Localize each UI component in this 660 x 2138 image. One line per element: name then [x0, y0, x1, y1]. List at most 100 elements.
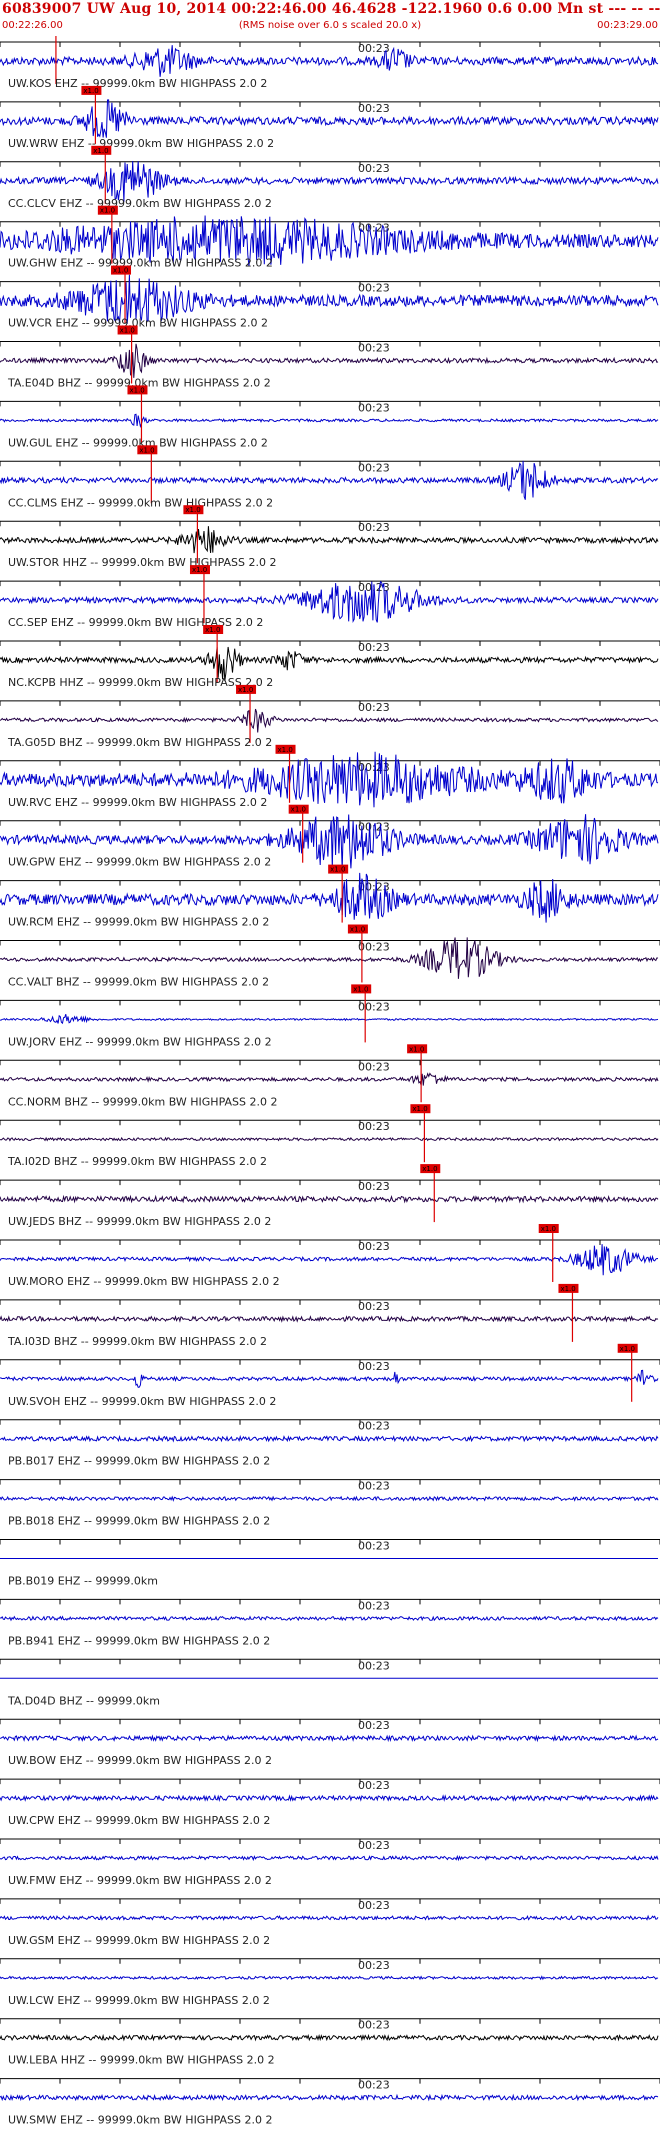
- time-mark-label: 00:23: [358, 1120, 390, 1133]
- waveform-trace: [0, 1434, 659, 1443]
- scaling-note: (RMS noise over 6.0 s scaled 20.0 x): [238, 20, 422, 31]
- pick-label: x1.0: [238, 686, 253, 694]
- time-mark-label: 00:23: [358, 641, 390, 654]
- station-label: UW.RVC EHZ -- 99999.0km BW HIGHPASS 2.0 …: [8, 796, 267, 809]
- time-mark-label: 00:23: [358, 401, 390, 414]
- station-label: UW.BOW EHZ -- 99999.0km BW HIGHPASS 2.0 …: [8, 1754, 272, 1767]
- station-label: TA.I03D BHZ -- 99999.0km BW HIGHPASS 2.0…: [7, 1335, 267, 1348]
- time-mark-label: 00:23: [358, 2079, 390, 2092]
- station-label: CC.CLCV EHZ -- 99999.0km BW HIGHPASS 2.0…: [8, 197, 272, 210]
- time-mark-label: 00:23: [358, 1959, 390, 1972]
- waveform-trace: [0, 2093, 659, 2102]
- station-label: CC.VALT BHZ -- 99999.0km BW HIGHPASS 2.0…: [8, 976, 269, 989]
- station-label: UW.STOR HHZ -- 99999.0km BW HIGHPASS 2.0…: [8, 556, 277, 569]
- waveform-trace: [0, 2033, 659, 2042]
- waveform-trace: [0, 1615, 659, 1622]
- time-mark-label: 00:23: [358, 342, 390, 355]
- waveform-trace: [0, 413, 659, 428]
- waveform-trace: [0, 1194, 659, 1204]
- time-mark-label: 00:23: [358, 701, 390, 714]
- pick-label: x1.0: [620, 1345, 635, 1353]
- station-label: CC.SEP EHZ -- 99999.0km BW HIGHPASS 2.0 …: [8, 616, 263, 629]
- time-mark-label: 00:23: [358, 1899, 390, 1912]
- seismogram-panel: 00:23x1.0UW.KOS EHZ -- 99999.0km BW HIGH…: [0, 36, 660, 2127]
- pick-label: x1.0: [139, 446, 154, 454]
- station-label: NC.KCPB HHZ -- 99999.0km BW HIGHPASS 2.0…: [8, 676, 273, 689]
- time-mark-label: 00:23: [358, 1719, 390, 1732]
- time-mark-label: 00:23: [358, 1240, 390, 1253]
- time-mark-label: 00:23: [358, 1599, 390, 1612]
- waveform-trace: [0, 526, 659, 554]
- time-mark-label: 00:23: [358, 1540, 390, 1553]
- station-label: PB.B018 EHZ -- 99999.0km BW HIGHPASS 2.0…: [8, 1515, 270, 1528]
- time-mark-label: 00:23: [358, 1420, 390, 1433]
- station-label: UW.VCR EHZ -- 99999.0km BW HIGHPASS 2.0 …: [8, 317, 268, 330]
- waveform-trace: [0, 1794, 659, 1802]
- pick-label: x1.0: [100, 207, 115, 215]
- time-mark-label: 00:23: [358, 1480, 390, 1493]
- pick-label: x1.0: [83, 87, 98, 95]
- pick-label: x1.0: [560, 1285, 575, 1293]
- waveform-trace: [0, 1495, 659, 1502]
- time-mark-label: 00:23: [358, 1360, 390, 1373]
- pick-label: x1.0: [129, 386, 144, 394]
- pick-label: x1.0: [205, 626, 220, 634]
- time-mark-label: 00:23: [358, 1060, 390, 1073]
- pick-label: x1.0: [185, 506, 200, 514]
- waveform-trace: [0, 708, 659, 733]
- waveform-trace: [0, 460, 659, 500]
- waveform-trace: [0, 160, 659, 202]
- station-label: CC.NORM BHZ -- 99999.0km BW HIGHPASS 2.0…: [8, 1095, 277, 1108]
- end-time: 00:23:29.00: [597, 20, 658, 31]
- time-mark-label: 00:23: [358, 2019, 390, 2032]
- pick-label: x1.0: [330, 866, 345, 874]
- event-title: 60839007 UW Aug 10, 2014 00:22:46.00 46.…: [2, 1, 660, 17]
- station-label: UW.MORO EHZ -- 99999.0km BW HIGHPASS 2.0…: [8, 1275, 280, 1288]
- time-mark-label: 00:23: [358, 222, 390, 235]
- waveform-trace: [0, 45, 659, 77]
- pick-label: x1.0: [93, 147, 108, 155]
- station-label: TA.D04D BHZ -- 99999.0km: [7, 1694, 160, 1707]
- waveform-trace: [0, 1315, 659, 1323]
- station-label: UW.GHW EHZ -- 99999.0km BW HIGHPASS 2.0 …: [8, 257, 273, 270]
- header: 60839007 UW Aug 10, 2014 00:22:46.00 46.…: [0, 0, 660, 36]
- time-mark-label: 00:23: [358, 1000, 390, 1013]
- pick-label: x1.0: [422, 1165, 437, 1173]
- time-mark-label: 00:23: [358, 1300, 390, 1313]
- time-mark-label: 00:23: [358, 1839, 390, 1852]
- waveform-trace: [0, 1975, 659, 1981]
- waveform-trace: [0, 1014, 659, 1025]
- time-mark-label: 00:23: [358, 1180, 390, 1193]
- station-label: UW.CPW EHZ -- 99999.0km BW HIGHPASS 2.0 …: [8, 1814, 270, 1827]
- waveform-trace: [0, 1369, 659, 1388]
- station-label: UW.GSM EHZ -- 99999.0km BW HIGHPASS 2.0 …: [8, 1934, 270, 1947]
- station-label: UW.GPW EHZ -- 99999.0km BW HIGHPASS 2.0 …: [8, 856, 271, 869]
- waveform-trace: [0, 1136, 659, 1142]
- station-label: UW.JEDS BHZ -- 99999.0km BW HIGHPASS 2.0…: [8, 1215, 271, 1228]
- pick-label: x1.0: [409, 1045, 424, 1053]
- pick-label: x1.0: [120, 327, 135, 335]
- waveform-trace: [0, 1244, 659, 1276]
- station-label: UW.KOS EHZ -- 99999.0km BW HIGHPASS 2.0 …: [8, 77, 267, 90]
- station-label: UW.FMW EHZ -- 99999.0km BW HIGHPASS 2.0 …: [8, 1874, 272, 1887]
- time-mark-label: 00:23: [358, 162, 390, 175]
- pick-label: x1.0: [412, 1105, 427, 1113]
- station-label: UW.SMW EHZ -- 99999.0km BW HIGHPASS 2.0 …: [8, 2114, 273, 2127]
- waveform-trace: [0, 1734, 659, 1743]
- waveform-trace: [0, 1854, 659, 1862]
- station-label: UW.SVOH EHZ -- 99999.0km BW HIGHPASS 2.0…: [8, 1395, 276, 1408]
- station-label: UW.JORV EHZ -- 99999.0km BW HIGHPASS 2.0…: [8, 1035, 272, 1048]
- station-label: PB.B941 EHZ -- 99999.0km BW HIGHPASS 2.0…: [8, 1634, 270, 1647]
- station-label: CC.CLMS EHZ -- 99999.0km BW HIGHPASS 2.0…: [8, 496, 273, 509]
- time-mark-label: 00:23: [358, 521, 390, 534]
- time-mark-label: 00:23: [358, 1659, 390, 1672]
- time-mark-label: 00:23: [358, 102, 390, 115]
- pick-label: x1.0: [353, 985, 368, 993]
- waveform-trace: [0, 1072, 659, 1086]
- time-mark-label: 00:23: [358, 941, 390, 954]
- station-label: PB.B017 EHZ -- 99999.0km BW HIGHPASS 2.0…: [8, 1455, 270, 1468]
- pick-label: x1.0: [291, 806, 306, 814]
- waveform-trace: [0, 99, 659, 138]
- pick-label: x1.0: [278, 746, 293, 754]
- station-label: UW.LEBA HHZ -- 99999.0km BW HIGHPASS 2.0…: [8, 2054, 275, 2067]
